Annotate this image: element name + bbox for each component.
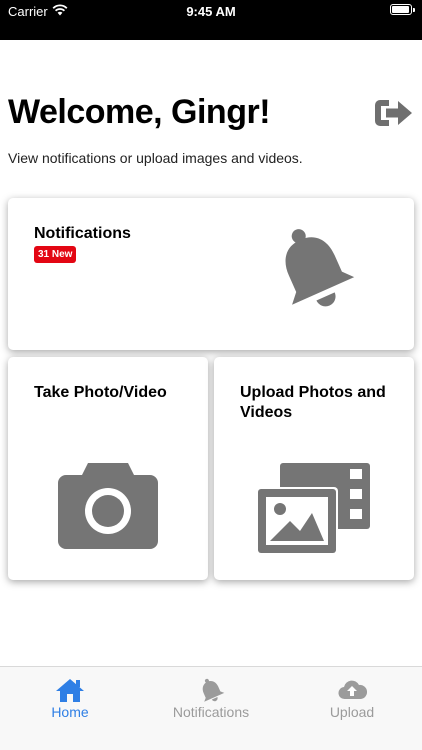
bell-icon xyxy=(285,229,355,307)
tab-upload-label: Upload xyxy=(329,704,375,720)
logout-button[interactable] xyxy=(372,96,416,130)
tab-home-label: Home xyxy=(51,704,89,720)
tab-bar: Home Notifications Upload xyxy=(0,666,422,750)
tab-notifications-label: Notifications xyxy=(172,704,250,720)
notification-count-badge: 31 New xyxy=(34,246,77,263)
cloud-upload-icon xyxy=(338,680,367,700)
page-subtitle: View notifications or upload images and … xyxy=(8,150,303,166)
take-photo-card-title: Take Photo/Video xyxy=(34,384,167,401)
upload-card-title: Upload Photos and Videos xyxy=(240,384,386,421)
home-icon xyxy=(56,679,84,702)
bell-icon xyxy=(202,678,225,702)
notifications-card[interactable]: Notifications 31 New xyxy=(8,198,414,350)
tab-notifications[interactable]: Notifications xyxy=(141,667,281,727)
upload-card[interactable]: Upload Photos and Videos xyxy=(214,357,414,580)
logout-icon xyxy=(375,100,412,126)
status-bar: Carrier 9:45 AM xyxy=(0,0,422,40)
images-icon xyxy=(256,463,370,555)
camera-icon xyxy=(58,463,158,549)
battery-icon xyxy=(390,4,415,15)
notifications-card-title: Notifications xyxy=(34,225,131,242)
take-photo-card[interactable]: Take Photo/Video xyxy=(8,357,208,580)
page-title: Welcome, Gingr! xyxy=(8,93,271,131)
clock: 9:45 AM xyxy=(186,4,236,19)
tab-upload[interactable]: Upload xyxy=(282,667,422,727)
tab-home[interactable]: Home xyxy=(0,667,140,727)
